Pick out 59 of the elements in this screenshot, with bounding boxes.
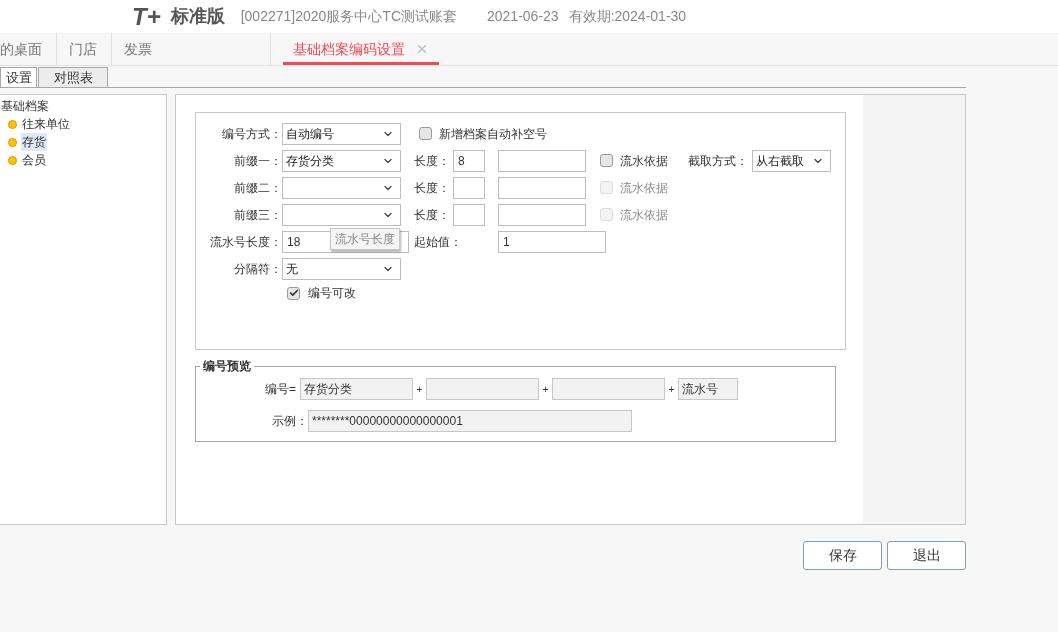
tab[interactable]: 发票 xyxy=(124,33,212,65)
tree-item[interactable]: 存货 xyxy=(21,133,47,151)
checkbox[interactable] xyxy=(287,286,300,300)
checkbox-label: 流水依据 xyxy=(620,152,668,170)
tab[interactable]: 对照表 xyxy=(38,67,108,87)
edition-title: 标准版 xyxy=(170,5,225,28)
field-label: 长度： xyxy=(414,206,451,224)
checkbox-label: 流水依据 xyxy=(620,206,668,224)
field-label: 长度： xyxy=(414,152,451,170)
field-label: 前缀一： xyxy=(233,152,282,170)
prefix-select[interactable]: 存货分类 xyxy=(282,149,401,172)
start-value-field[interactable]: 1 xyxy=(498,230,606,253)
length-field[interactable]: 8 xyxy=(453,149,485,172)
numbering-method-select[interactable]: 自动编号 xyxy=(282,122,401,145)
input-field[interactable] xyxy=(498,176,586,199)
account-date: 2021-06-23 xyxy=(487,7,559,26)
tree-item[interactable]: 往来单位 xyxy=(21,115,71,133)
checkbox-label: 新增档案自动补空号 xyxy=(439,125,547,143)
tab[interactable]: 的桌面 xyxy=(0,33,42,65)
field-label: 前缀二： xyxy=(233,179,282,197)
field-label: 截取方式： xyxy=(688,152,749,170)
separator-select[interactable]: 无 xyxy=(282,257,401,280)
field-label: 编号方式： xyxy=(221,125,282,143)
tab[interactable]: 设置 xyxy=(0,67,37,87)
action-button[interactable]: 保存 xyxy=(803,541,882,570)
close-icon[interactable] xyxy=(415,42,429,56)
prefix-select[interactable] xyxy=(282,203,401,226)
validity-date: 有效期:2024-01-30 xyxy=(568,7,687,26)
field-label: 起始值： xyxy=(414,233,463,251)
field-label: 前缀三： xyxy=(233,206,282,224)
checkbox-label: 流水依据 xyxy=(620,179,668,197)
action-button[interactable]: 退出 xyxy=(887,541,966,570)
plus-sign: + xyxy=(541,382,550,397)
cut-method-select[interactable]: 从右截取 xyxy=(752,149,831,172)
field-label: 流水号长度： xyxy=(209,233,282,251)
tree-item[interactable]: 会员 xyxy=(21,151,47,169)
tab[interactable]: 门店 xyxy=(69,33,97,65)
preview-field: 存货分类 xyxy=(300,378,413,400)
length-field[interactable] xyxy=(453,176,485,199)
field-label: 示例： xyxy=(271,413,308,430)
example-field: ********00000000000000001 xyxy=(308,410,632,432)
logo: T+ xyxy=(132,4,161,29)
tree-item[interactable]: 基础档案 xyxy=(0,97,166,115)
tooltip: 流水号长度 xyxy=(330,227,400,250)
plus-sign: + xyxy=(415,382,424,397)
account-name: [002271]2020服务中心TC测试账套 xyxy=(240,7,457,26)
plus-sign: + xyxy=(667,382,676,397)
prefix-select[interactable] xyxy=(282,176,401,199)
field-label: 长度： xyxy=(414,179,451,197)
field-label: 分隔符： xyxy=(233,260,282,278)
length-field[interactable] xyxy=(453,203,485,226)
field-label: 编号= xyxy=(264,381,297,398)
checkbox[interactable] xyxy=(600,154,613,167)
checkbox[interactable] xyxy=(419,127,432,140)
input-field[interactable] xyxy=(498,203,586,226)
preview-field: 流水号 xyxy=(678,378,738,400)
input-field[interactable] xyxy=(498,149,586,172)
checkbox-label: 编号可改 xyxy=(308,285,356,302)
group-title: 编号预览 xyxy=(200,358,254,374)
